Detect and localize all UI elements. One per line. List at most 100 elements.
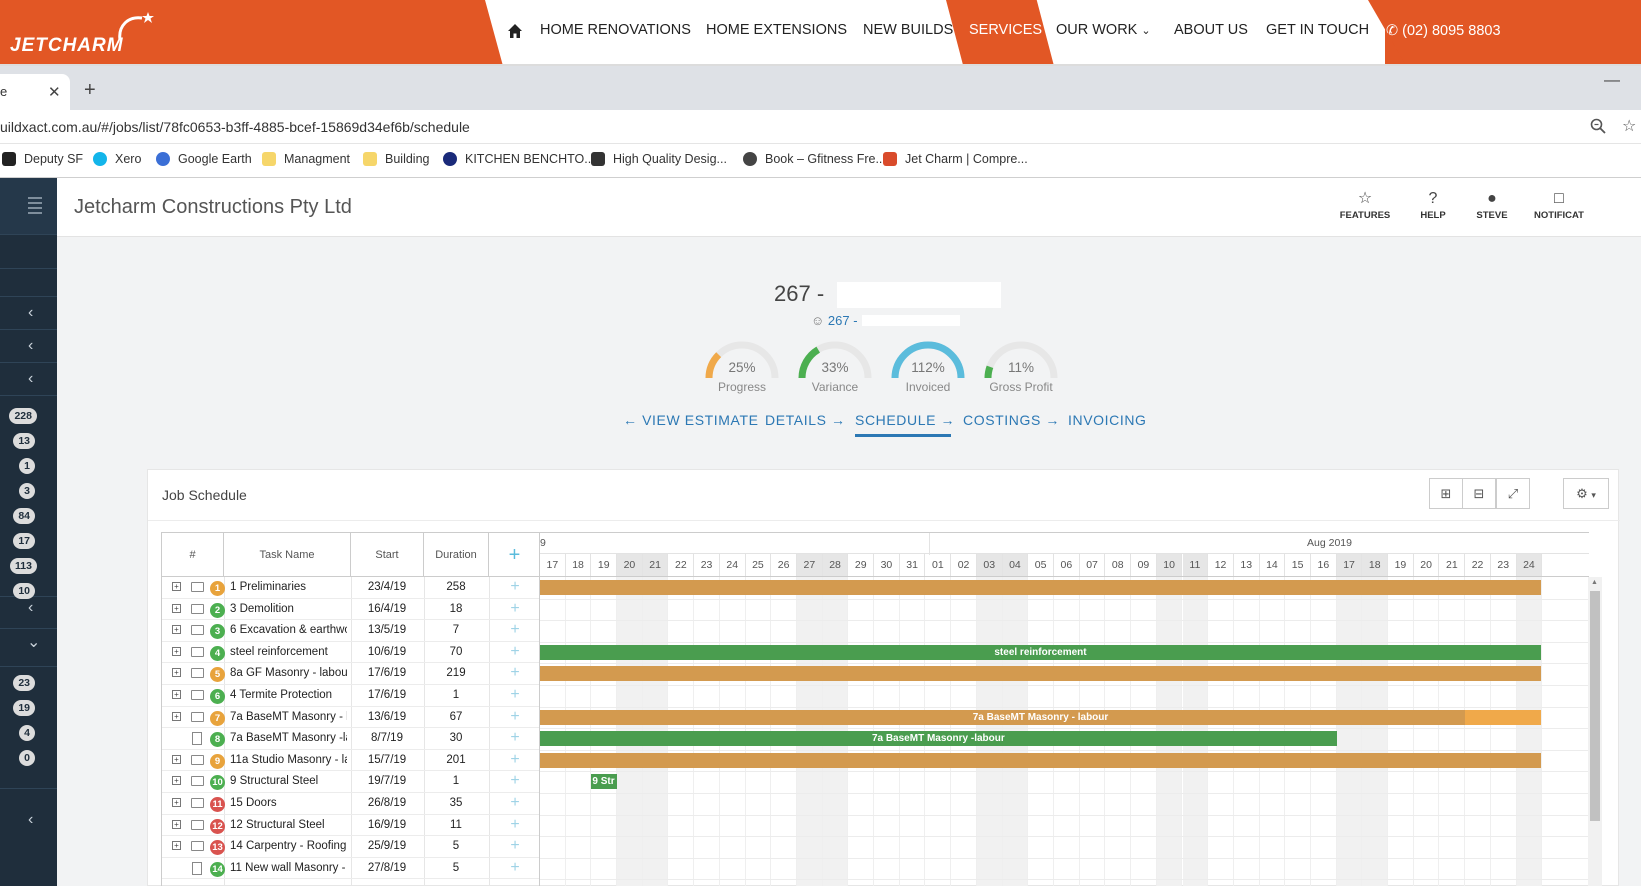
task-duration[interactable]: 18	[424, 603, 488, 615]
add-subtask-icon[interactable]: +	[495, 643, 535, 661]
nav-get-in-touch[interactable]: GET IN TOUCH	[1266, 22, 1369, 38]
add-subtask-icon[interactable]: +	[495, 859, 535, 877]
table-row[interactable]: +6 4 Termite Protection 17/6/19 1 +	[162, 685, 540, 707]
bookmark-item[interactable]: Deputy SF	[2, 152, 83, 166]
expand-icon[interactable]: +	[172, 776, 181, 786]
table-row[interactable]: +5 8a GF Masonry - labou 17/6/19 219 +	[162, 663, 540, 685]
add-subtask-icon[interactable]: +	[495, 772, 535, 790]
task-duration[interactable]: 7	[424, 624, 488, 636]
add-subtask-icon[interactable]: +	[495, 578, 535, 596]
task-start[interactable]: 16/4/19	[352, 603, 422, 615]
task-duration[interactable]: 258	[424, 581, 488, 593]
gantt-bar[interactable]	[540, 752, 1541, 768]
task-duration[interactable]: 35	[424, 797, 488, 809]
costings-tab[interactable]: COSTINGS →	[963, 412, 1060, 428]
col-start[interactable]: Start	[351, 533, 424, 577]
gantt-bar[interactable]: 9 Str	[591, 774, 618, 790]
sidebar-count-badge[interactable]: 10	[13, 583, 35, 599]
task-start[interactable]: 17/6/19	[352, 667, 422, 679]
expand-icon[interactable]: +	[172, 625, 181, 635]
sidebar-count-badge[interactable]: 0	[19, 750, 35, 766]
sidebar-count-badge[interactable]: 113	[10, 558, 37, 574]
gantt-bar[interactable]: 7a BaseMT Masonry - labour	[540, 709, 1541, 725]
bookmark-item[interactable]: High Quality Desig...	[591, 152, 727, 166]
sidebar-count-badge[interactable]: 13	[13, 433, 35, 449]
task-start[interactable]: 13/5/19	[352, 624, 422, 636]
settings-button[interactable]: ⚙ ▾	[1563, 478, 1609, 509]
expand-icon[interactable]: +	[172, 646, 181, 656]
task-start[interactable]: 17/6/19	[352, 689, 422, 701]
chevron-left-icon[interactable]: ‹	[28, 304, 33, 322]
nav-our-work[interactable]: OUR WORK ⌄	[1056, 22, 1151, 38]
expand-icon[interactable]: +	[172, 798, 181, 807]
task-duration[interactable]: 70	[424, 646, 488, 658]
task-start[interactable]: 16/9/19	[352, 819, 422, 831]
scrollbar-thumb[interactable]	[1590, 591, 1600, 821]
task-start[interactable]: 23/4/19	[352, 581, 422, 593]
task-start[interactable]: 26/8/19	[352, 797, 422, 809]
add-subtask-icon[interactable]: +	[495, 708, 535, 726]
add-subtask-icon[interactable]: +	[495, 664, 535, 682]
sidebar-count-badge[interactable]: 17	[13, 533, 35, 549]
add-subtask-icon[interactable]: +	[495, 751, 535, 769]
task-name[interactable]: 3 Demolition	[230, 603, 347, 615]
header-tool-steve[interactable]: ● STEVE	[1457, 188, 1527, 221]
bookmark-item[interactable]: Jet Charm | Compre...	[883, 152, 1028, 166]
header-tool-notificat[interactable]: □ NOTIFICAT	[1524, 188, 1594, 221]
task-name[interactable]: 4 Termite Protection	[230, 689, 347, 701]
task-name[interactable]: 12 Structural Steel	[230, 819, 347, 831]
phone-link[interactable]: ✆ (02) 8095 8803	[1386, 23, 1501, 39]
bookmark-item[interactable]: KITCHEN BENCHTO...	[443, 152, 595, 166]
task-duration[interactable]: 30	[424, 732, 488, 744]
table-row[interactable]: 14 11 New wall Masonry - 27/8/19 5 +	[162, 858, 540, 880]
task-start[interactable]: 10/6/19	[352, 646, 422, 658]
add-subtask-icon[interactable]: +	[495, 621, 535, 639]
address-bar[interactable]: uildxact.com.au/#/jobs/list/78fc0653-b3f…	[0, 110, 1641, 144]
table-row[interactable]: +3 6 Excavation & earthwo 13/5/19 7 +	[162, 620, 540, 642]
task-duration[interactable]: 5	[424, 862, 488, 874]
gantt-bar[interactable]	[540, 666, 1541, 682]
task-start[interactable]: 19/7/19	[352, 775, 422, 787]
task-name[interactable]: 11 New wall Masonry -	[230, 862, 347, 874]
sidebar-count-badge[interactable]: 3	[19, 483, 35, 499]
task-duration[interactable]: 11	[424, 819, 488, 831]
nav-new-builds[interactable]: NEW BUILDS	[863, 22, 953, 38]
sidebar-count-badge[interactable]: 19	[13, 700, 35, 716]
add-subtask-icon[interactable]: +	[495, 837, 535, 855]
gantt-scrollbar[interactable]: ▲	[1588, 577, 1602, 886]
task-duration[interactable]: 1	[424, 775, 488, 787]
add-subtask-icon[interactable]: +	[495, 686, 535, 704]
table-row[interactable]: 8 7a BaseMT Masonry -la 8/7/19 30 +	[162, 728, 540, 750]
chevron-left-icon[interactable]: ‹	[28, 811, 33, 829]
col-number[interactable]: #	[162, 533, 224, 577]
minimize-icon[interactable]: —	[1604, 72, 1620, 90]
task-name[interactable]: 7a BaseMT Masonry -la	[230, 732, 347, 744]
fullscreen-button[interactable]: ⤢	[1496, 478, 1530, 509]
sidebar-count-badge[interactable]: 1	[19, 458, 35, 474]
add-subtask-icon[interactable]: +	[495, 729, 535, 747]
table-row[interactable]: +9 11a Studio Masonry - la 15/7/19 201 +	[162, 750, 540, 772]
details-tab[interactable]: DETAILS →	[765, 412, 846, 428]
chevron-left-icon[interactable]: ‹	[28, 370, 33, 388]
task-duration[interactable]: 1	[424, 689, 488, 701]
chevron-down-icon[interactable]: ⌄	[27, 632, 40, 652]
sidebar-menu-button[interactable]	[0, 178, 57, 234]
task-name[interactable]: 9 Structural Steel	[230, 775, 347, 787]
table-row[interactable]: +13 14 Carpentry - Roofing 25/9/19 5 +	[162, 836, 540, 858]
view-estimate-link[interactable]: ← VIEW ESTIMATE	[623, 412, 759, 428]
sidebar-count-badge[interactable]: 23	[13, 675, 35, 691]
bookmark-item[interactable]: Building	[363, 152, 429, 166]
task-name[interactable]: steel reinforcement	[230, 646, 347, 658]
home-icon[interactable]	[507, 23, 523, 39]
expand-all-button[interactable]: ⊞	[1429, 478, 1463, 509]
collapse-all-button[interactable]: ⊟	[1462, 478, 1496, 509]
add-subtask-icon[interactable]: +	[495, 600, 535, 618]
job-contact-link[interactable]: ☺ 267 -	[811, 313, 858, 328]
sidebar-count-badge[interactable]: 4	[19, 725, 35, 741]
table-row[interactable]: +11 15 Doors 26/8/19 35 +	[162, 793, 540, 815]
url-text[interactable]: uildxact.com.au/#/jobs/list/78fc0653-b3f…	[0, 119, 470, 135]
bookmark-item[interactable]: Managment	[262, 152, 350, 166]
bookmark-item[interactable]: Xero	[93, 152, 141, 166]
new-tab-icon[interactable]: +	[84, 79, 96, 102]
expand-icon[interactable]: +	[172, 711, 181, 721]
